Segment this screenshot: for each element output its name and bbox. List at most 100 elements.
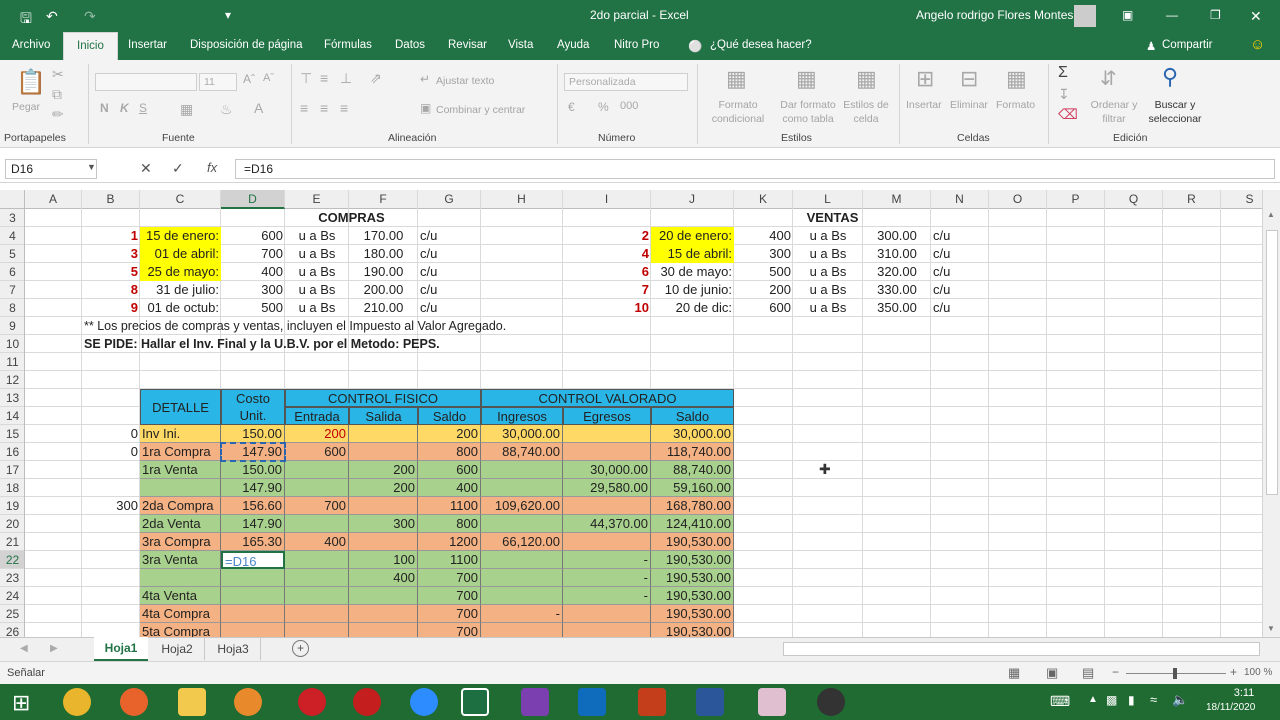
venta-price[interactable]: 310.00 xyxy=(863,245,931,263)
col-header-p[interactable]: P xyxy=(1047,190,1105,209)
excel-app-icon[interactable] xyxy=(461,688,489,716)
firefox-icon[interactable] xyxy=(120,688,148,716)
col-header-l[interactable]: L xyxy=(793,190,863,209)
compra-number[interactable]: 8 xyxy=(82,281,140,299)
table-saldo-valorado[interactable]: 168,780.00 xyxy=(651,497,734,515)
col-header-n[interactable]: N xyxy=(931,190,989,209)
user-name[interactable]: Angelo rodrigo Flores Montes xyxy=(916,8,1073,22)
sort-filter-icon[interactable]: ⇵ xyxy=(1100,66,1117,91)
row-header[interactable]: 13 xyxy=(0,389,24,407)
tab-datos[interactable]: Datos xyxy=(395,39,425,51)
align-right-icon[interactable]: ≡ xyxy=(340,100,348,116)
table-b-value[interactable]: 0 xyxy=(82,443,140,461)
table-saldo[interactable]: 1100 xyxy=(418,497,481,515)
thousands-icon[interactable]: 000 xyxy=(620,100,638,112)
table-costo[interactable]: 147.90 xyxy=(221,443,285,461)
table-salida[interactable] xyxy=(349,443,418,461)
acrobat-icon[interactable] xyxy=(353,688,381,716)
table-costo[interactable]: 156.60 xyxy=(221,497,285,515)
venta-cu[interactable]: c/u xyxy=(931,263,989,281)
table-b-value[interactable] xyxy=(82,605,140,623)
customize-qat-icon[interactable]: ▾ xyxy=(225,8,231,22)
format-table-icon[interactable]: ▦ xyxy=(796,66,817,92)
namebox-dropdown-icon[interactable]: ▼ xyxy=(87,162,96,172)
sheet-tab-hoja2[interactable]: Hoja2 xyxy=(150,638,205,660)
row-header[interactable]: 21 xyxy=(0,533,24,551)
table-saldo[interactable]: 700 xyxy=(418,623,481,637)
clear-icon[interactable]: ⌫ xyxy=(1058,106,1078,123)
compra-qty[interactable]: 700 xyxy=(221,245,285,263)
table-costo[interactable] xyxy=(221,605,285,623)
row-header[interactable]: 24 xyxy=(0,587,24,605)
media-player-icon[interactable] xyxy=(234,688,262,716)
onenote-icon[interactable] xyxy=(521,688,549,716)
compra-number[interactable]: 3 xyxy=(82,245,140,263)
format-cells-icon[interactable]: ▦ xyxy=(1006,66,1027,92)
table-detalle[interactable]: 3ra Venta xyxy=(140,551,221,569)
delete-cells-icon[interactable]: ⊟ xyxy=(960,66,978,92)
table-costo[interactable]: =D16 xyxy=(221,551,285,569)
table-entrada[interactable] xyxy=(285,551,349,569)
venta-price[interactable]: 350.00 xyxy=(863,299,931,317)
currency-icon[interactable]: € xyxy=(568,100,575,114)
format-painter-icon[interactable]: ✏ xyxy=(52,106,64,123)
table-costo[interactable] xyxy=(221,587,285,605)
font-name-combo[interactable] xyxy=(95,73,197,91)
col-header-h[interactable]: H xyxy=(481,190,563,209)
venta-number[interactable]: 2 xyxy=(563,227,651,245)
vertical-scrollbar[interactable]: ▲ ▼ xyxy=(1262,190,1280,637)
row-header[interactable]: 17 xyxy=(0,461,24,479)
table-b-value[interactable] xyxy=(82,461,140,479)
table-egresos[interactable] xyxy=(563,425,651,443)
search-icon[interactable]: ⚲ xyxy=(1162,64,1178,90)
table-detalle[interactable] xyxy=(140,479,221,497)
compra-number[interactable]: 9 xyxy=(82,299,140,317)
table-saldo-valorado[interactable]: 190,530.00 xyxy=(651,551,734,569)
table-saldo[interactable]: 800 xyxy=(418,443,481,461)
table-egresos[interactable] xyxy=(563,443,651,461)
battery-icon[interactable]: ▮ xyxy=(1128,693,1135,707)
cut-icon[interactable]: ✂ xyxy=(52,66,64,83)
word-icon[interactable] xyxy=(696,688,724,716)
sheet-prev-icon[interactable]: ◀ xyxy=(20,643,28,654)
table-salida[interactable]: 400 xyxy=(349,569,418,587)
venta-unit[interactable]: u a Bs xyxy=(793,227,863,245)
powerpoint-icon[interactable] xyxy=(638,688,666,716)
col-header-j[interactable]: J xyxy=(651,190,734,209)
col-header-g[interactable]: G xyxy=(418,190,481,209)
page-layout-icon[interactable]: ▣ xyxy=(1046,665,1058,681)
font-size-combo[interactable]: 11 xyxy=(199,73,237,91)
table-b-value[interactable] xyxy=(82,551,140,569)
compra-cu[interactable]: c/u xyxy=(418,281,481,299)
compra-price[interactable]: 200.00 xyxy=(349,281,418,299)
ventas-title[interactable]: VENTAS xyxy=(734,209,931,227)
table-entrada[interactable]: 200 xyxy=(285,425,349,443)
table-saldo-valorado[interactable]: 190,530.00 xyxy=(651,587,734,605)
compra-date[interactable]: 01 de octub: xyxy=(140,299,221,317)
compra-cu[interactable]: c/u xyxy=(418,263,481,281)
venta-date[interactable]: 10 de junio: xyxy=(651,281,734,299)
number-format-combo[interactable]: Personalizada xyxy=(564,73,688,91)
copy-icon[interactable]: ⧉ xyxy=(52,86,62,103)
compra-unit[interactable]: u a Bs xyxy=(285,299,349,317)
tab-formulas[interactable]: Fórmulas xyxy=(324,39,372,51)
table-detalle[interactable] xyxy=(140,569,221,587)
scroll-down-icon[interactable]: ▼ xyxy=(1267,624,1275,633)
enter-icon[interactable]: ✓ xyxy=(172,160,184,177)
compra-unit[interactable]: u a Bs xyxy=(285,227,349,245)
table-ingresos[interactable]: 109,620.00 xyxy=(481,497,563,515)
save-icon[interactable]: 🖫 xyxy=(20,8,32,32)
row-header[interactable]: 6 xyxy=(0,263,24,281)
undo-icon[interactable]: ↶ xyxy=(46,8,58,25)
scroll-up-icon[interactable]: ▲ xyxy=(1267,210,1275,219)
compra-cu[interactable]: c/u xyxy=(418,227,481,245)
format-button[interactable]: Formato xyxy=(996,98,1035,112)
insert-cells-icon[interactable]: ⊞ xyxy=(916,66,934,92)
venta-qty[interactable]: 300 xyxy=(734,245,793,263)
table-detalle[interactable]: 2da Compra xyxy=(140,497,221,515)
compra-unit[interactable]: u a Bs xyxy=(285,245,349,263)
close-icon[interactable]: ✕ xyxy=(1250,8,1262,25)
orientation-icon[interactable]: ⇗ xyxy=(370,70,382,87)
row-header[interactable]: 23 xyxy=(0,569,24,587)
tab-vista[interactable]: Vista xyxy=(508,39,533,51)
